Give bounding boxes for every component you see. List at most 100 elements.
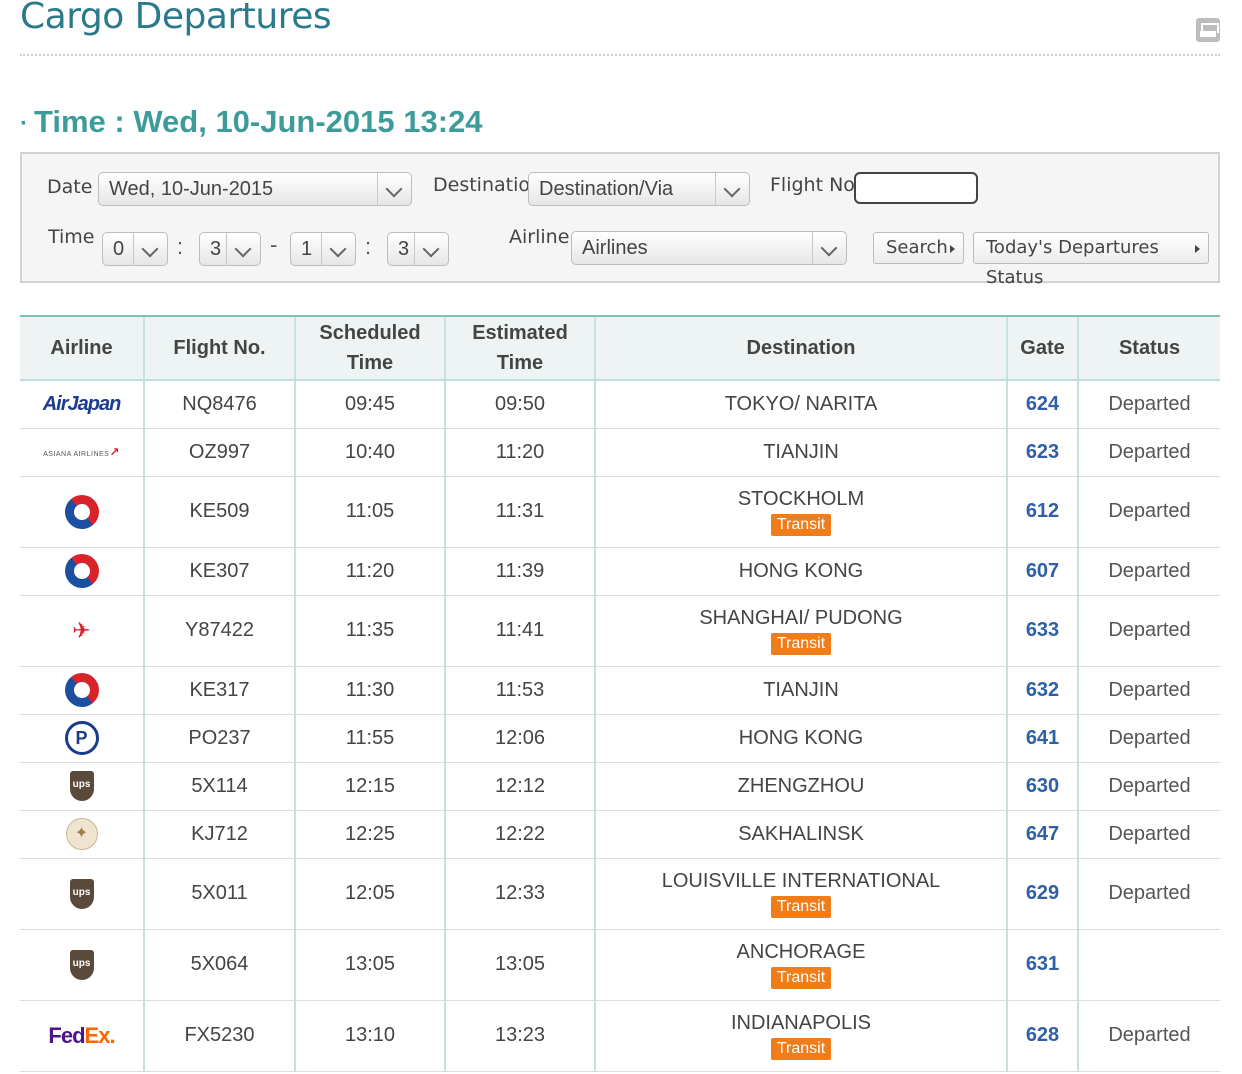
- col-estimated-line1: Estimated: [472, 322, 568, 344]
- col-destination[interactable]: Destination: [594, 315, 1007, 381]
- chevron-down-icon: [414, 233, 448, 265]
- gate-cell: 641: [1006, 714, 1078, 763]
- destination-name: SAKHALINSK: [738, 823, 864, 845]
- status-cell: Departed: [1077, 380, 1220, 429]
- destination-name: HONG KONG: [738, 727, 864, 749]
- title-divider: [20, 54, 1220, 56]
- korean-air-logo: [57, 487, 106, 536]
- time-to-min-select[interactable]: 3: [387, 232, 449, 266]
- col-flight-no[interactable]: Flight No.: [143, 315, 295, 381]
- todays-departures-status-button[interactable]: Today's Departures Status: [973, 232, 1209, 288]
- transit-badge: Transit: [770, 633, 832, 655]
- table-row[interactable]: KE317 11:30 11:53 TIANJIN 632 Departed: [20, 666, 1220, 715]
- flight-no-cell: KE509: [143, 476, 295, 548]
- status-cell: Departed: [1077, 1000, 1220, 1072]
- airline-cell: AirJapan: [20, 380, 144, 429]
- print-icon[interactable]: [1196, 18, 1220, 42]
- status-cell: Departed: [1077, 428, 1220, 477]
- korean-air-logo: [57, 666, 106, 714]
- destination-name: HONG KONG: [738, 560, 864, 582]
- gate-cell: 633: [1006, 595, 1078, 667]
- flight-no-label: Flight No.: [770, 174, 861, 196]
- date-select-value: Wed, 10-Jun-2015: [109, 178, 274, 200]
- flight-no-cell: FX5230: [143, 1000, 295, 1072]
- flight-no-cell: KJ712: [143, 810, 295, 859]
- gate-cell: 629: [1006, 858, 1078, 930]
- ups-logo: ups: [69, 949, 94, 980]
- asiana-logo: ASIANA AIRLINES↗: [43, 445, 120, 460]
- estimated-time-cell: 12:33: [444, 858, 595, 930]
- table-row[interactable]: ups 5X064 13:05 13:05 ANCHORAGE Transit 631: [20, 929, 1220, 1001]
- flight-no-input[interactable]: [854, 172, 978, 204]
- time-from-min-value: 3: [210, 238, 222, 260]
- table-row[interactable]: ups 5X114 12:15 12:12 ZHENGZHOU 630 Departed: [20, 762, 1220, 811]
- scheduled-time-cell: 12:25: [294, 810, 445, 859]
- table-row[interactable]: ✈ Y87422 11:35 11:41 SHANGHAI/ PUDONG Transit…: [20, 595, 1220, 667]
- destination-cell: TIANJIN: [594, 428, 1007, 477]
- destination-cell: SHANGHAI/ PUDONG Transit: [594, 595, 1007, 667]
- chevron-down-icon: [812, 232, 846, 264]
- col-estimated-time[interactable]: Estimated Time: [444, 315, 595, 381]
- time-label: Time: [48, 226, 95, 248]
- gate-cell: 628: [1006, 1000, 1078, 1072]
- search-button[interactable]: Search: [873, 232, 964, 264]
- scheduled-time-cell: 13:05: [294, 929, 445, 1001]
- destination-cell: STOCKHOLM Transit: [594, 476, 1007, 548]
- col-scheduled-time[interactable]: Scheduled Time: [294, 315, 445, 381]
- chevron-down-icon: [715, 173, 749, 205]
- range-separator: -: [270, 232, 278, 257]
- yangtze-river-express-logo: ✈: [72, 617, 91, 643]
- destination-name: TOKYO/ NARITA: [724, 393, 878, 416]
- airline-select[interactable]: Airlines: [571, 231, 847, 265]
- table-row[interactable]: KE509 11:05 11:31 STOCKHOLM Transit 612 Depart…: [20, 476, 1220, 548]
- col-airline[interactable]: Airline: [20, 315, 144, 381]
- date-select[interactable]: Wed, 10-Jun-2015: [98, 172, 412, 206]
- transit-badge: Transit: [770, 1038, 832, 1060]
- table-row[interactable]: KE307 11:20 11:39 HONG KONG 607 Departed: [20, 547, 1220, 596]
- time-from-min-select[interactable]: 3: [199, 232, 261, 266]
- gate-cell: 630: [1006, 762, 1078, 811]
- destination-name: ANCHORAGE: [736, 941, 866, 963]
- table-row[interactable]: ASIANA AIRLINES↗ OZ997 10:40 11:20 TIANJIN 62…: [20, 428, 1220, 477]
- airline-cell: ups: [20, 762, 144, 811]
- table-row[interactable]: ✦ KJ712 12:25 12:22 SAKHALINSK 647 Departed: [20, 810, 1220, 859]
- flight-no-cell: NQ8476: [143, 380, 295, 429]
- flight-no-cell: KE307: [143, 547, 295, 596]
- date-label: Date: [47, 176, 93, 198]
- gate-cell: 647: [1006, 810, 1078, 859]
- table-row[interactable]: FedEx. FX5230 13:10 13:23 INDIANAPOLIS Transi…: [20, 1000, 1220, 1072]
- bullet-icon: ·: [20, 109, 28, 137]
- flight-no-cell: Y87422: [143, 595, 295, 667]
- estimated-time-cell: 12:12: [444, 762, 595, 811]
- airline-cell: ups: [20, 929, 144, 1001]
- time-from-hour-select[interactable]: 0: [102, 232, 168, 266]
- airline-cell: [20, 666, 144, 715]
- scheduled-time-cell: 11:35: [294, 595, 445, 667]
- search-button-label: Search: [886, 237, 948, 258]
- col-scheduled-line2: Time: [346, 352, 394, 374]
- destination-select-value: Destination/Via: [539, 178, 674, 200]
- destination-select[interactable]: Destination/Via: [528, 172, 750, 206]
- destination-name: INDIANAPOLIS: [730, 1012, 872, 1034]
- time-from-hour-value: 0: [113, 238, 125, 260]
- scheduled-time-cell: 11:55: [294, 714, 445, 763]
- estimated-time-cell: 11:39: [444, 547, 595, 596]
- destination-cell: INDIANAPOLIS Transit: [594, 1000, 1007, 1072]
- chevron-down-icon: [133, 233, 167, 265]
- col-status[interactable]: Status: [1077, 315, 1220, 381]
- scheduled-time-cell: 13:10: [294, 1000, 445, 1072]
- table-header-row: Airline Flight No. Scheduled Time Estimat…: [20, 315, 1220, 381]
- destination-name: SHANGHAI/ PUDONG: [699, 607, 903, 629]
- table-row[interactable]: AirJapan NQ8476 09:45 09:50 TOKYO/ NARITA 624…: [20, 380, 1220, 429]
- yakutia-logo: ✦: [65, 818, 98, 850]
- col-gate[interactable]: Gate: [1006, 315, 1078, 381]
- gate-cell: 632: [1006, 666, 1078, 715]
- flight-no-cell: PO237: [143, 714, 295, 763]
- airline-cell: FedEx.: [20, 1000, 144, 1072]
- status-cell: Departed: [1077, 858, 1220, 930]
- table-row[interactable]: ups 5X011 12:05 12:33 LOUISVILLE INTERNATION…: [20, 858, 1220, 930]
- table-row[interactable]: P PO237 11:55 12:06 HONG KONG 641 Departed: [20, 714, 1220, 763]
- status-button-label: Today's Departures Status: [986, 237, 1159, 288]
- transit-badge: Transit: [770, 896, 832, 918]
- time-to-hour-select[interactable]: 1: [290, 232, 356, 266]
